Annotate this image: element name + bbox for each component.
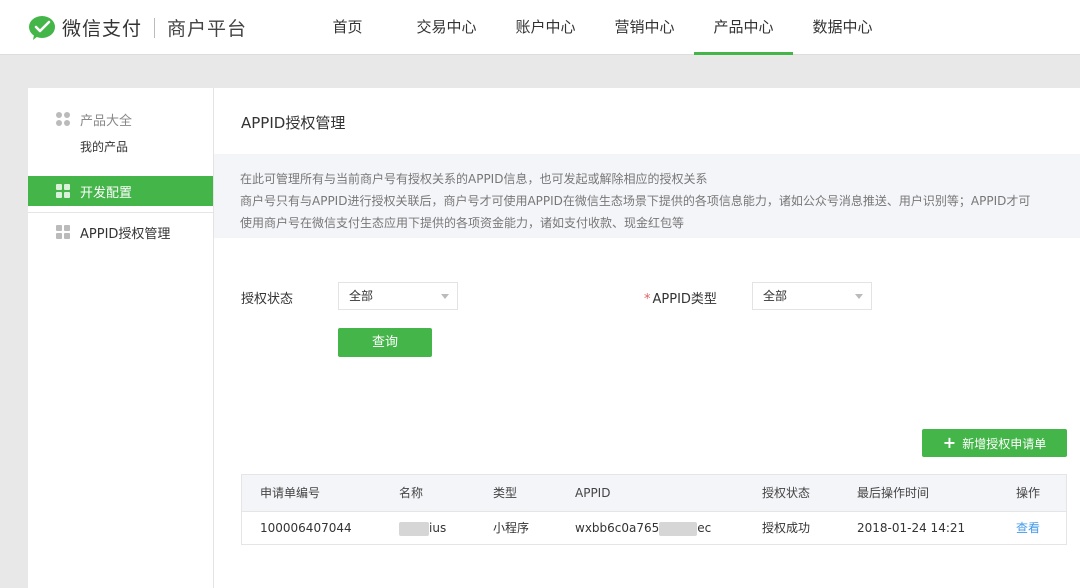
table-row: 100006407044 ius 小程序 wxbb6c0a765 ec 授权成功 …	[242, 511, 1066, 544]
top-header: 微信支付 商户平台 首页 交易中心 账户中心 营销中心 产品中心 数据中心	[0, 0, 1080, 55]
type-filter-select[interactable]: 全部	[752, 282, 872, 310]
status-filter-label: 授权状态	[241, 292, 294, 307]
main-nav: 首页 交易中心 账户中心 营销中心 产品中心 数据中心	[298, 0, 892, 55]
table-header: 申请单编号 名称 类型 APPID 授权状态 最后操作时间 操作	[242, 475, 1066, 511]
sidebar-item-appid-auth-label: APPID授权管理	[80, 226, 171, 242]
col-name: 名称	[399, 486, 424, 500]
new-auth-request-button[interactable]: + 新增授权申请单	[922, 429, 1067, 457]
col-status: 授权状态	[762, 486, 811, 500]
row-name-suffix: ius	[429, 521, 447, 535]
sidebar-item-my-products[interactable]: 我的产品	[28, 138, 213, 160]
redacted-block	[659, 521, 698, 536]
wechat-pay-logo-icon	[29, 15, 55, 40]
col-type: 类型	[493, 486, 518, 500]
notice-line-3: 使用商户号在微信支付生态应用下提供的各项资金能力，诸如支付收款、现金红包等	[240, 216, 685, 230]
brand-name: 微信支付	[62, 18, 143, 40]
sidebar-group-title[interactable]: 产品大全	[28, 108, 213, 130]
nav-products[interactable]: 产品中心	[694, 0, 793, 55]
type-filter-label-text: APPID类型	[652, 292, 717, 307]
chevron-down-icon	[441, 294, 449, 299]
col-appid: APPID	[575, 486, 611, 500]
col-action: 操作	[1016, 486, 1041, 500]
row-appid-suffix: ec	[697, 521, 712, 535]
status-filter-select[interactable]: 全部	[338, 282, 458, 310]
nav-account[interactable]: 账户中心	[496, 0, 595, 55]
row-view-link[interactable]: 查看	[1016, 512, 1040, 545]
new-auth-request-label: 新增授权申请单	[962, 437, 1047, 451]
main-panel: APPID授权管理 在此可管理所有与当前商户号有授权关系的APPID信息，也可发…	[214, 88, 1080, 588]
sidebar-group-products: 产品大全 我的产品	[28, 88, 213, 160]
appid-grid-icon	[56, 225, 70, 239]
sidebar-divider	[28, 212, 213, 213]
type-filter-label: * APPID类型	[644, 288, 717, 307]
products-grid-icon	[56, 112, 70, 126]
nav-marketing[interactable]: 营销中心	[595, 0, 694, 55]
query-button[interactable]: 查询	[338, 328, 432, 357]
redacted-block	[399, 521, 429, 536]
chevron-down-icon	[855, 294, 863, 299]
dev-config-grid-icon	[56, 184, 70, 198]
sidebar-group-title-label: 产品大全	[80, 113, 133, 129]
required-mark: *	[644, 292, 651, 307]
notice-line-1: 在此可管理所有与当前商户号有授权关系的APPID信息，也可发起或解除相应的授权关…	[240, 172, 708, 186]
type-filter-value: 全部	[763, 289, 788, 303]
brand-logo[interactable]: 微信支付 商户平台	[28, 14, 247, 41]
row-last-time: 2018-01-24 14:21	[857, 521, 966, 535]
sidebar-item-dev-config[interactable]: 开发配置	[28, 176, 213, 206]
brand-divider	[154, 17, 156, 38]
notice-line-2: 商户号只有与APPID进行授权关联后，商户号才可使用APPID在微信生态场景下提…	[240, 194, 1031, 208]
appid-table: 申请单编号 名称 类型 APPID 授权状态 最后操作时间 操作 1000064…	[241, 474, 1067, 545]
col-last-time: 最后操作时间	[857, 486, 930, 500]
row-status: 授权成功	[762, 521, 811, 535]
brand-platform: 商户平台	[167, 18, 248, 40]
row-name: ius	[399, 512, 446, 545]
row-type: 小程序	[493, 521, 530, 535]
notice-box: 在此可管理所有与当前商户号有授权关系的APPID信息，也可发起或解除相应的授权关…	[214, 154, 1080, 238]
row-appid-prefix: wxbb6c0a765	[575, 521, 660, 535]
nav-transactions[interactable]: 交易中心	[397, 0, 496, 55]
row-request-id: 100006407044	[260, 521, 352, 535]
plus-icon: +	[942, 433, 957, 452]
col-request-id: 申请单编号	[260, 486, 321, 500]
sidebar-item-appid-auth[interactable]: APPID授权管理	[28, 221, 213, 243]
sidebar-item-dev-config-label: 开发配置	[80, 185, 133, 201]
page-title: APPID授权管理	[241, 114, 346, 132]
nav-home[interactable]: 首页	[298, 0, 397, 55]
nav-data[interactable]: 数据中心	[793, 0, 892, 55]
row-appid: wxbb6c0a765 ec	[575, 512, 711, 545]
status-filter-value: 全部	[349, 289, 374, 303]
sidebar: 产品大全 我的产品 开发配置 APPID授权管理	[28, 88, 214, 588]
